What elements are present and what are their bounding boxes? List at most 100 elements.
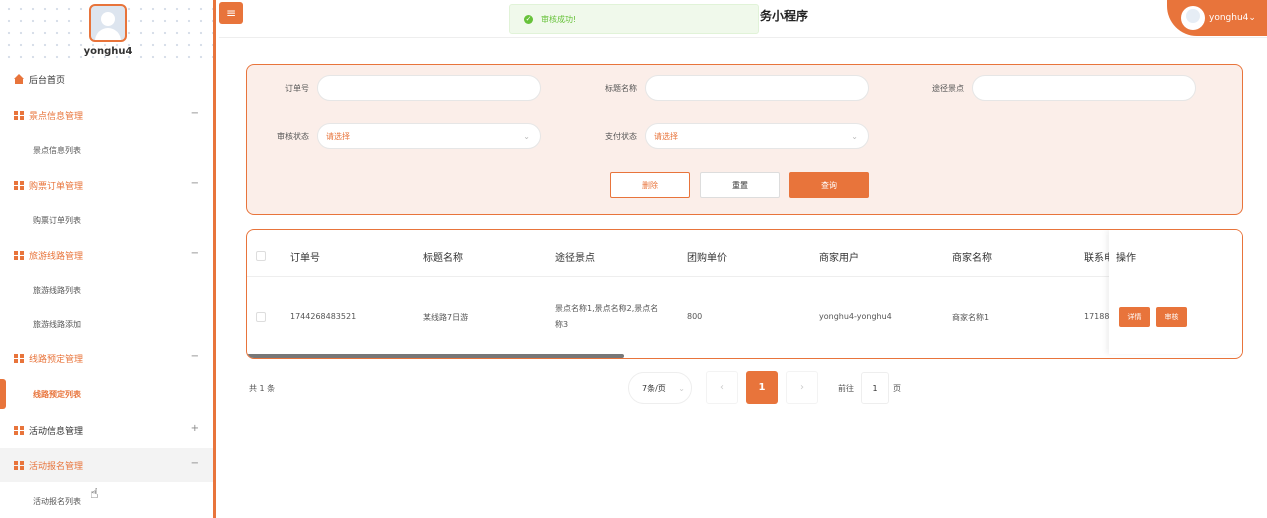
title-input[interactable]: [645, 75, 869, 101]
page-size-select[interactable]: 7条/页 ⌄: [628, 372, 692, 404]
grid-icon: [14, 110, 24, 120]
reset-button[interactable]: 重置: [700, 172, 780, 198]
search-panel: 订单号 标题名称 途径景点 审核状态 请选择 ⌄ 支付状态 请选择 ⌄ 删除 重…: [246, 64, 1243, 215]
sidebar-header: yonghu4: [0, 0, 213, 64]
column-header: 商家名称: [952, 253, 992, 264]
audit-button[interactable]: 审核: [1156, 307, 1187, 327]
home-icon: [14, 74, 24, 84]
sidebar-item-ticket-order-list[interactable]: 购票订单列表: [0, 203, 213, 237]
sidebar-item-scenic-management[interactable]: 景点信息管理 −: [0, 98, 213, 132]
sidebar-item-activity-signup-list[interactable]: 活动报名列表: [0, 484, 213, 518]
chevron-down-icon: ⌄: [1248, 13, 1256, 23]
cell-merchant-name: 商家名称1: [952, 313, 990, 322]
column-header: 标题名称: [423, 253, 463, 264]
sidebar-item-label: 景点信息列表: [33, 145, 81, 155]
delete-button[interactable]: 删除: [610, 172, 690, 198]
expand-icon[interactable]: +: [191, 423, 199, 434]
collapse-icon[interactable]: −: [191, 248, 199, 259]
user-name: yonghu4: [1209, 13, 1249, 23]
sidebar-item-route-add[interactable]: 旅游线路添加: [0, 307, 213, 341]
next-page-button[interactable]: ›: [786, 371, 818, 404]
chevron-down-icon: ⌄: [678, 384, 685, 393]
audit-status-select[interactable]: 请选择 ⌄: [317, 123, 541, 149]
field-label: 标题名称: [605, 83, 637, 93]
sidebar-item-label: 购票订单管理: [29, 181, 84, 192]
sidebar: yonghu4 后台首页 景点信息管理 − 景点信息列表 购票订单管理 − 购票…: [0, 0, 216, 518]
grid-icon: [14, 180, 24, 190]
avatar[interactable]: [89, 4, 127, 42]
field-label: 途径景点: [932, 83, 964, 93]
chevron-down-icon: ⌄: [851, 132, 858, 141]
success-toast: ✓ 审核成功!: [509, 4, 759, 34]
pay-status-select[interactable]: 请选择 ⌄: [645, 123, 869, 149]
cell-price: 800: [687, 312, 703, 321]
data-table: 订单号 标题名称 途径景点 团购单价 商家用户 商家名称 联系电 1744268…: [246, 229, 1243, 359]
order-no-field: 订单号: [247, 75, 541, 101]
cell-route-line2: 称3: [555, 320, 569, 329]
collapse-icon[interactable]: −: [191, 178, 199, 189]
toast-message: 审核成功!: [541, 14, 577, 24]
user-menu[interactable]: yonghu4 ⌄: [1167, 0, 1267, 36]
sidebar-item-label: 旅游线路添加: [33, 319, 81, 329]
collapse-icon[interactable]: −: [191, 351, 199, 362]
sidebar-item-activity-signup-management[interactable]: 活动报名管理 −: [0, 448, 213, 482]
field-label: 支付状态: [605, 131, 637, 141]
query-button[interactable]: 查询: [789, 172, 869, 198]
route-input[interactable]: [972, 75, 1196, 101]
select-value: 请选择: [326, 131, 350, 141]
column-header: 商家用户: [819, 253, 859, 264]
sidebar-username: yonghu4: [83, 46, 133, 57]
cell-route-line1: 景点名称1,景点名称2,景点名: [555, 304, 659, 313]
cell-phone: 17188: [1084, 312, 1110, 321]
prev-page-button[interactable]: ‹: [706, 371, 738, 404]
user-avatar: [1181, 6, 1205, 30]
column-header: 团购单价: [687, 253, 727, 264]
sidebar-item-scenic-list[interactable]: 景点信息列表: [0, 133, 213, 167]
route-field: 途径景点: [902, 75, 1196, 101]
title-field: 标题名称: [575, 75, 869, 101]
row-checkbox[interactable]: [256, 312, 266, 322]
field-label: 订单号: [285, 83, 309, 93]
pay-status-field: 支付状态 请选择 ⌄: [575, 123, 869, 149]
sidebar-item-label: 旅游线路列表: [33, 285, 81, 295]
page-number-current[interactable]: 1: [746, 371, 778, 404]
sidebar-item-route-booking-list[interactable]: 线路预定列表: [0, 377, 213, 411]
sidebar-item-home[interactable]: 后台首页: [0, 62, 213, 96]
detail-button[interactable]: 详情: [1119, 307, 1150, 327]
audit-status-field: 审核状态 请选择 ⌄: [247, 123, 541, 149]
cell-title: 某线路7日游: [423, 313, 469, 322]
sidebar-item-label: 购票订单列表: [33, 215, 81, 225]
grid-icon: [14, 353, 24, 363]
horizontal-scrollbar[interactable]: [247, 354, 624, 358]
sidebar-item-label: 后台首页: [29, 75, 66, 86]
sidebar-item-label: 线路预定管理: [29, 354, 84, 365]
order-no-input[interactable]: [317, 75, 541, 101]
page-title: 务小程序: [760, 9, 809, 23]
sidebar-item-label: 活动报名管理: [29, 461, 84, 472]
grid-icon: [14, 460, 24, 470]
sidebar-item-label: 景点信息管理: [29, 111, 84, 122]
header-divider: [247, 276, 1242, 277]
column-header: 途径景点: [555, 253, 595, 264]
page-size-value: 7条/页: [642, 383, 666, 393]
goto-suffix: 页: [893, 384, 901, 393]
sidebar-item-ticket-order-management[interactable]: 购票订单管理 −: [0, 168, 213, 202]
column-header: 操作: [1116, 253, 1136, 264]
menu-toggle-icon[interactable]: ≡: [219, 2, 243, 24]
field-label: 审核状态: [277, 131, 309, 141]
sidebar-item-activity-management[interactable]: 活动信息管理 +: [0, 413, 213, 447]
select-all-checkbox[interactable]: [256, 251, 266, 261]
cell-order-no: 1744268483521: [290, 312, 357, 321]
goto-label: 前往: [838, 384, 854, 393]
goto-page-input[interactable]: 1: [861, 372, 889, 404]
sidebar-item-route-booking-management[interactable]: 线路预定管理 −: [0, 341, 213, 375]
sidebar-item-route-list[interactable]: 旅游线路列表: [0, 273, 213, 307]
sidebar-item-label: 活动信息管理: [29, 426, 84, 437]
collapse-icon[interactable]: −: [191, 108, 199, 119]
grid-icon: [14, 425, 24, 435]
sidebar-item-label: 线路预定列表: [33, 389, 81, 399]
sidebar-item-route-management[interactable]: 旅游线路管理 −: [0, 238, 213, 272]
sidebar-item-label: 活动报名列表: [33, 496, 81, 506]
collapse-icon[interactable]: −: [191, 458, 199, 469]
operations-column: 操作 详情 审核: [1109, 230, 1242, 354]
